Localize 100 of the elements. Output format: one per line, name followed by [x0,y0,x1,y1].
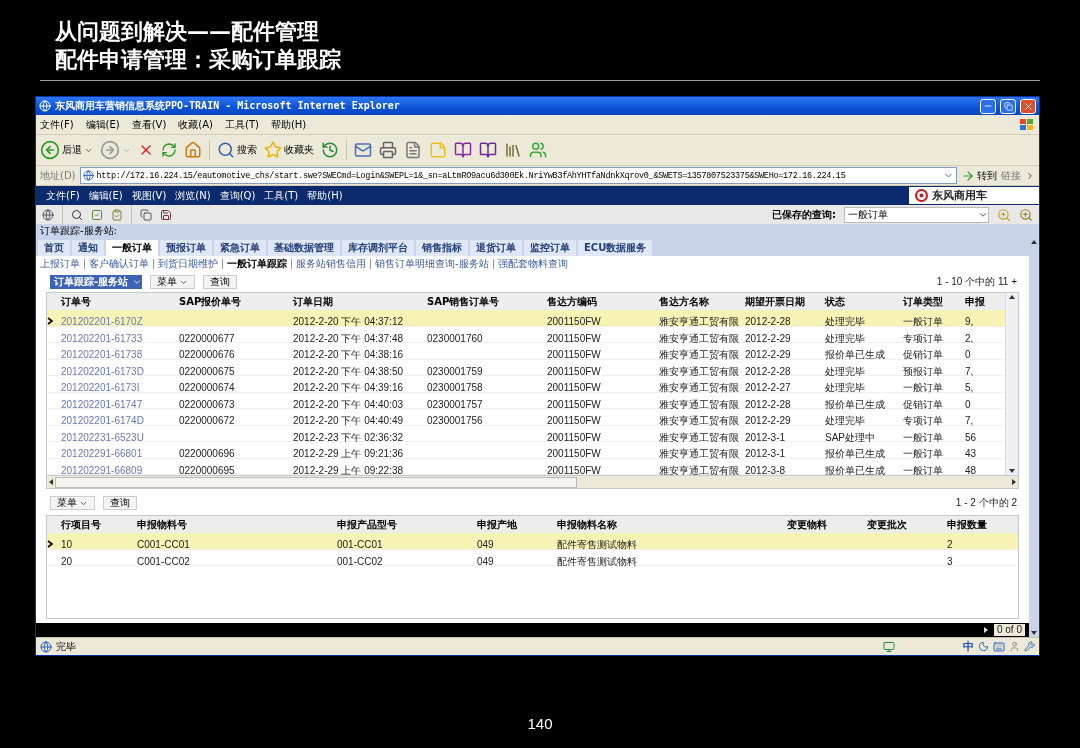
order-link[interactable]: 201202201-6173I [61,382,140,393]
menu-item[interactable]: 编辑(E) [85,117,120,132]
scroll-up-icon[interactable] [1008,293,1016,301]
view-link[interactable]: 上报订单 [40,257,80,271]
history-icon[interactable] [321,141,339,159]
library-icon[interactable] [504,141,522,159]
view-link[interactable]: 客户确认订单 [89,257,149,271]
menu-item[interactable]: 查询(Q) [219,188,256,203]
table-row[interactable]: 201202201-61738 0220000676 2012-2-20 下午 04:38:16 2001150FW 雅安亨通工贸有限 2012-2-29 报价单已生成 促销订单 0 [47,343,1005,360]
page-scrollbar[interactable] [1029,238,1039,637]
address-field[interactable]: http://172.16.224.15/eautomotive_chs/start.swe?SWECmd=Login&SWEPL=1&_sn=aLtmRO9acu6d300Ek.NriYwB3fAhYHTfaNdnkXqrov0_&SWETS=1357807523375&SWEHo=172.16.224.15 [79,167,957,184]
horizontal-scrollbar[interactable] [47,475,1018,488]
menu-item[interactable]: 文件(F) [46,188,80,203]
menu-item[interactable]: 浏览(N) [175,188,211,203]
menu-item[interactable]: 帮助(H) [270,117,307,132]
column-header[interactable]: 行项目号 [61,517,137,532]
tab[interactable]: 预报订单 [160,240,212,256]
tab[interactable]: 库存调剂平台 [342,240,414,256]
mail-icon[interactable] [354,141,372,159]
copy-icon[interactable] [140,208,152,221]
column-header[interactable]: 状态 [825,294,903,309]
more-icon[interactable] [1025,170,1035,181]
menu-item[interactable]: 收藏(A) [178,117,213,132]
tab[interactable]: 退货订单 [470,240,522,256]
column-header[interactable]: 售达方名称 [659,294,745,309]
refresh-icon[interactable] [161,142,177,158]
menu-item[interactable]: 帮助(H) [307,188,343,203]
view-link[interactable]: 强配套物料查询 [497,257,568,271]
column-header[interactable]: 变更批次 [867,517,947,532]
scroll-right-icon[interactable] [1010,478,1018,486]
order-link[interactable]: 201202291-66809 [61,464,143,476]
column-header[interactable]: 售达方编码 [547,294,659,309]
search-icon[interactable] [1019,207,1033,222]
column-header[interactable]: 申报产地 [477,517,557,532]
view-link[interactable]: 到货日期维护 [158,257,218,271]
scroll-left-icon[interactable] [47,478,55,486]
table-row[interactable]: 201202201-6173I 0220000674 2012-2-20 下午 04:39:16 0230001758 2001150FW 雅安亨通工贸有限 2012-2-27 处理完毕 一般订单 5, [47,376,1005,393]
column-header[interactable]: 订单类型 [903,294,965,309]
column-header[interactable]: 变更物料 [787,517,867,532]
view-link[interactable]: 销售订单明细查询-服务站 [375,257,489,271]
minimize-button[interactable] [980,98,996,114]
go-button[interactable]: 转到 [961,168,997,183]
view-link[interactable]: 服务站销售信用 [296,257,366,271]
order-link[interactable]: 201202291-66801 [61,448,143,459]
menu-item[interactable]: 查看(V) [131,117,167,132]
next-icon[interactable] [981,626,990,634]
document-icon[interactable] [404,141,422,159]
column-header[interactable]: 订单日期 [293,294,427,309]
tab[interactable]: 紧急订单 [214,240,266,256]
order-link[interactable]: 201202201-61747 [61,398,143,410]
ime-indicator[interactable]: 中 [963,639,974,654]
forward-button[interactable] [100,140,131,160]
table-row[interactable]: 201202201-6170Z 2012-2-20 下午 04:37:12 2001150FW 雅安亨通工贸有限 2012-2-28 处理完毕 一般订单 9, [47,310,1005,327]
tab[interactable]: 首页 [38,240,70,256]
back-button[interactable]: 后退 [40,140,93,160]
book-icon[interactable] [479,141,497,159]
saved-query-select[interactable]: 一般订单 [844,206,989,223]
menu-item[interactable]: 工具(T) [225,117,259,132]
view-link[interactable]: 一般订单跟踪 [227,257,287,271]
menu-item[interactable]: 文件(F) [40,117,74,132]
order-link[interactable]: 201202201-6174D [61,415,144,426]
tab[interactable]: ECU数据服务 [578,240,653,256]
book-icon[interactable] [454,141,472,159]
restore-button[interactable] [1000,98,1016,114]
order-link[interactable]: 201202201-6173D [61,365,144,377]
tab[interactable]: 监控订单 [524,240,576,256]
printer-icon[interactable] [379,141,397,159]
column-header[interactable]: 申报数量 [947,517,1018,532]
table-row[interactable]: 201202201-6174D 0220000672 2012-2-20 下午 04:40:49 0230001756 2001150FW 雅安亨通工贸有限 2012-2-29 处理完毕 专项订单 7, [47,409,1005,426]
menu-item[interactable]: 编辑(E) [88,188,123,203]
column-header[interactable]: 申报产品型号 [337,517,477,532]
table-row[interactable]: 201202291-66801 0220000696 2012-2-29 上午 09:21:36 2001150FW 雅安亨通工贸有限 2012-3-1 报价单已生成 一般订单 43 [47,442,1005,459]
vertical-scrollbar[interactable] [1005,293,1018,475]
menu-item[interactable]: 工具(T) [264,188,299,203]
menu-item[interactable]: 视图(V) [131,188,167,203]
people-icon[interactable] [529,141,547,159]
applet-title-button[interactable]: 订单跟踪-服务站 [50,275,143,289]
column-header[interactable]: SAP报价单号 [179,294,293,309]
column-header[interactable]: 期望开票日期 [745,294,825,309]
query-button[interactable]: 查询 [203,275,238,289]
menu-button[interactable]: 菜单 [150,275,196,289]
query-button[interactable]: 查询 [103,496,137,510]
column-header[interactable]: 申报 [965,294,1005,309]
menu-button[interactable]: 菜单 [50,496,95,510]
tab[interactable]: 通知 [72,240,104,256]
search-button[interactable]: 搜索 [217,141,257,159]
clipboard-icon[interactable] [111,208,123,221]
close-button[interactable] [1020,98,1036,114]
favorites-button[interactable]: 收藏夹 [264,141,314,159]
tab[interactable]: 销售指标 [416,240,468,256]
column-header[interactable]: 申报物料号 [137,517,337,532]
tab[interactable]: 一般订单 [106,240,158,256]
order-link[interactable]: 201202201-61738 [61,349,143,360]
column-header[interactable]: SAP销售订单号 [427,294,547,309]
order-link[interactable]: 201202201-6170Z [61,316,143,327]
scroll-down-icon[interactable] [1030,629,1038,637]
table-row[interactable]: 10 C001-CC01 001-CC01 049 配件寄售测试物料 2 [47,533,1018,550]
links-label[interactable]: 链接 [1001,168,1021,183]
column-header[interactable]: 订单号 [61,294,179,309]
home-icon[interactable] [184,141,202,159]
